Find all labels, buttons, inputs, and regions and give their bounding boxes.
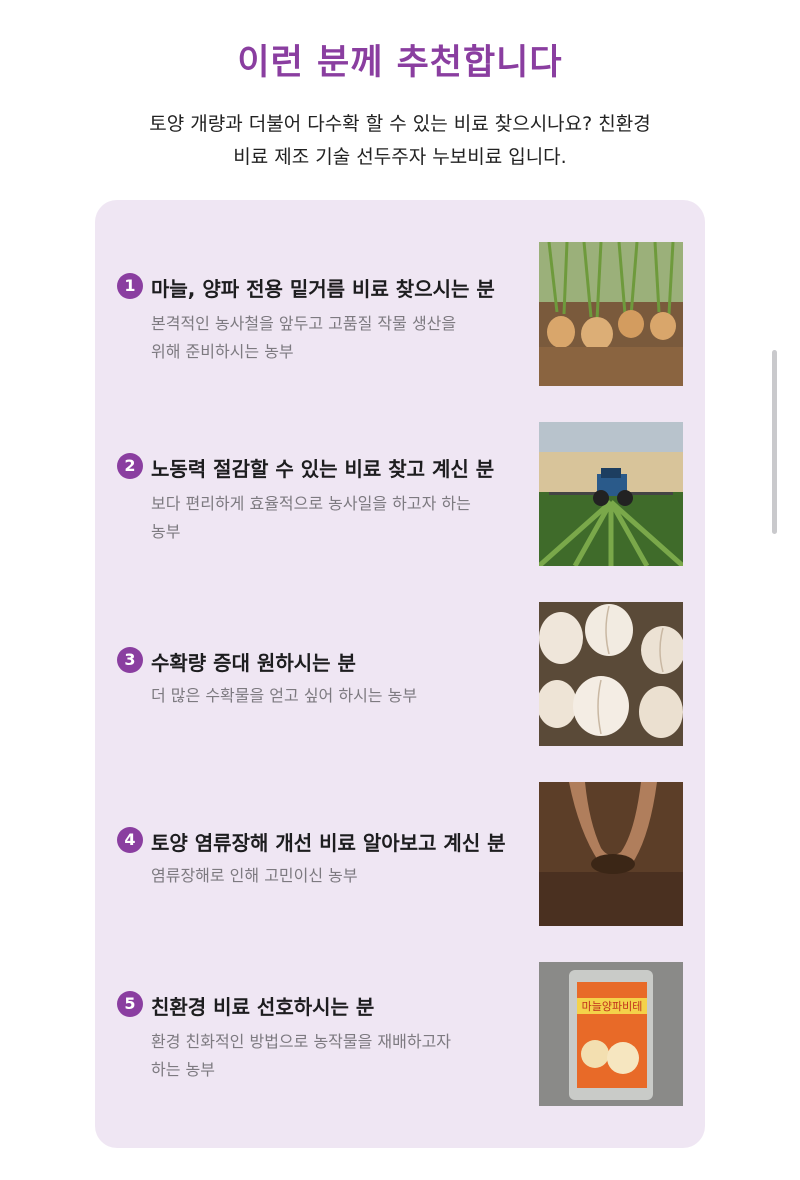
number-badge: 1 <box>117 273 143 299</box>
recommendation-item-1: 1 마늘, 양파 전용 밑거름 비료 찾으시는 분 본격적인 농사철을 앞두고 … <box>95 242 705 387</box>
recommendation-item-2: 2 노동력 절감할 수 있는 비료 찾고 계신 분 보다 편리하게 효율적으로 … <box>95 422 705 567</box>
number-badge: 5 <box>117 991 143 1017</box>
number-badge: 3 <box>117 647 143 673</box>
hands-soil-photo <box>539 782 683 926</box>
recommendation-item-4: 4 토양 염류장해 개선 비료 알아보고 계신 분 염류장해로 인해 고민이신 … <box>95 782 705 927</box>
scrollbar-thumb[interactable] <box>772 350 777 534</box>
item-desc-line: 농부 <box>151 522 181 541</box>
number-badge: 2 <box>117 453 143 479</box>
item-title: 노동력 절감할 수 있는 비료 찾고 계신 분 <box>151 457 495 481</box>
recommendation-card: 1 마늘, 양파 전용 밑거름 비료 찾으시는 분 본격적인 농사철을 앞두고 … <box>95 200 705 1148</box>
item-desc-line: 위해 준비하시는 농부 <box>151 342 294 361</box>
item-desc-line: 하는 농부 <box>151 1060 215 1079</box>
item-title: 토양 염류장해 개선 비료 알아보고 계신 분 <box>151 831 506 855</box>
item-description: 염류장해로 인해 고민이신 농부 <box>151 862 511 890</box>
item-title: 친환경 비료 선호하시는 분 <box>151 995 375 1019</box>
page-title: 이런 분께 추천합니다 <box>237 43 563 83</box>
item-title: 마늘, 양파 전용 밑거름 비료 찾으시는 분 <box>151 277 495 301</box>
number-badge: 4 <box>117 827 143 853</box>
item-desc-line: 보다 편리하게 효율적으로 농사일을 하고자 하는 <box>151 494 471 513</box>
intro-line-1: 토양 개량과 더불어 다수확 할 수 있는 비료 찾으시나요? 친환경 <box>149 113 651 135</box>
intro-line-2: 비료 제조 기술 선두주자 누보비료 입니다. <box>233 146 567 168</box>
item-title: 수확량 증대 원하시는 분 <box>151 651 356 675</box>
item-desc-line: 더 많은 수확물을 얻고 싶어 하시는 농부 <box>151 686 418 705</box>
recommendation-item-5: 5 친환경 비료 선호하시는 분 환경 친화적인 방법으로 농작물을 재배하고자… <box>95 962 705 1107</box>
item-description: 보다 편리하게 효율적으로 농사일을 하고자 하는 농부 <box>151 490 511 546</box>
item-desc-line: 본격적인 농사철을 앞두고 고품질 작물 생산을 <box>151 314 457 333</box>
fertilizer-bag-photo: 마늘양파비테 <box>539 962 683 1106</box>
package-label: 마늘양파비테 <box>582 1000 643 1013</box>
onion-field-photo <box>539 242 683 386</box>
item-description: 환경 친화적인 방법으로 농작물을 재배하고자 하는 농부 <box>151 1028 511 1084</box>
garlic-harvest-photo <box>539 602 683 746</box>
tractor-field-photo <box>539 422 683 566</box>
item-description: 본격적인 농사철을 앞두고 고품질 작물 생산을 위해 준비하시는 농부 <box>151 310 511 366</box>
item-desc-line: 환경 친화적인 방법으로 농작물을 재배하고자 <box>151 1032 452 1051</box>
recommendation-item-3: 3 수확량 증대 원하시는 분 더 많은 수확물을 얻고 싶어 하시는 농부 <box>95 602 705 747</box>
item-description: 더 많은 수확물을 얻고 싶어 하시는 농부 <box>151 682 511 710</box>
intro-text: 토양 개량과 더불어 다수확 할 수 있는 비료 찾으시나요? 친환경 비료 제… <box>100 108 700 174</box>
item-desc-line: 염류장해로 인해 고민이신 농부 <box>151 866 358 885</box>
